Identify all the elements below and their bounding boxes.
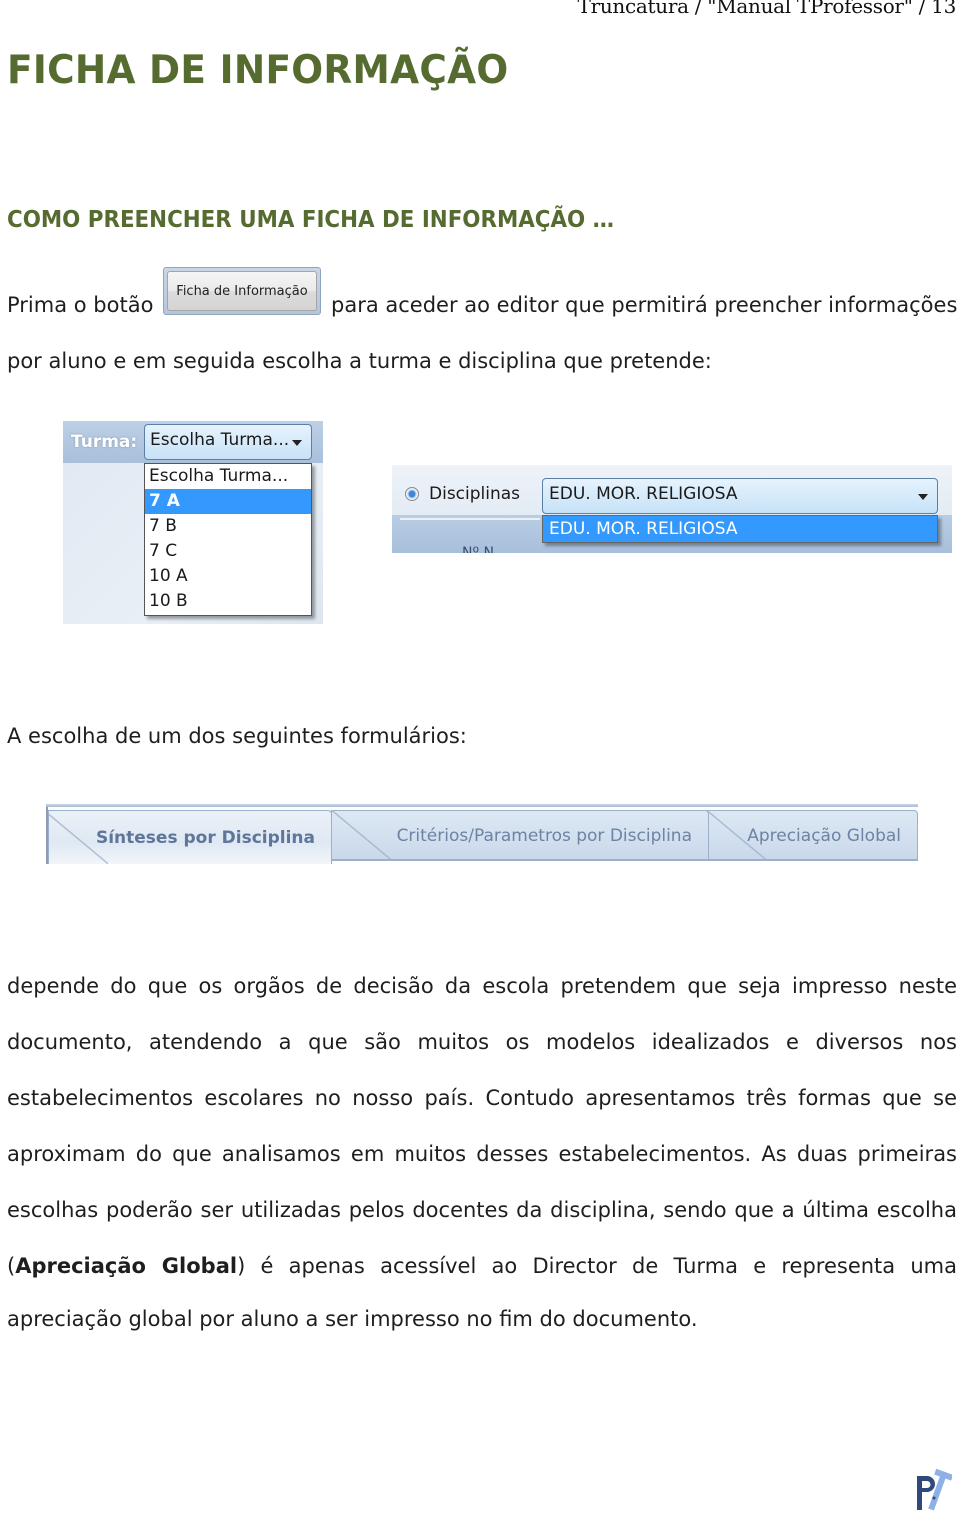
disciplina-option-selected[interactable]: EDU. MOR. RELIGIOSA	[542, 515, 938, 543]
tab-slant	[48, 814, 108, 864]
tab-slant	[706, 810, 766, 860]
chevron-down-icon[interactable]	[292, 440, 302, 446]
body-line: documento, atendendo a que são muitos os…	[7, 1030, 957, 1054]
body-line: depende do que os orgãos de decisão da e…	[7, 974, 957, 998]
tab-sinteses-por-disciplina[interactable]: Sínteses por Disciplina	[48, 810, 332, 864]
body-line: estabelecimentos escolares no nosso país…	[7, 1086, 957, 1110]
disciplina-dropdown-value: EDU. MOR. RELIGIOSA	[549, 484, 738, 504]
intro-line-2: por aluno e em seguida escolha a turma e…	[7, 349, 712, 373]
disciplinas-radio-label: Disciplinas	[429, 484, 521, 504]
turma-option-selected[interactable]: 7 A	[145, 489, 311, 514]
turma-option[interactable]: 10 B	[145, 589, 311, 614]
tabs-top-border	[46, 804, 918, 807]
body-line-apreciacao: (Apreciação Global) é apenas acessível a…	[7, 1251, 957, 1281]
disciplina-selector-screenshot: Nº N Disciplinas EDU. MOR. RELIGIOSA EDU…	[392, 465, 952, 553]
turma-option[interactable]: 7 C	[145, 539, 311, 564]
grid-header-partial: Nº N	[462, 545, 494, 553]
turma-option[interactable]: 10 A	[145, 564, 311, 589]
ficha-de-informacao-button-label: Ficha de Informação	[167, 271, 317, 311]
running-header: Truncatura / "Manual TProfessor" / 13	[577, 0, 957, 18]
turma-dropdown-value: Escolha Turma...	[150, 430, 290, 450]
forms-intro: A escolha de um dos seguintes formulário…	[7, 724, 467, 748]
turma-selector-screenshot: Turma: Escolha Turma... Escolha Turma...…	[63, 421, 323, 624]
disciplinas-radio[interactable]	[405, 487, 419, 501]
turma-option[interactable]: Escolha Turma...	[145, 464, 311, 489]
body-line: aproximam do que analisamos em muitos de…	[7, 1142, 957, 1166]
intro-after-button: para aceder ao editor que permitirá pree…	[331, 293, 958, 317]
tab-label: Sínteses por Disciplina	[95, 827, 315, 848]
body-last-line: apreciação global por aluno a ser impres…	[7, 1307, 698, 1331]
tab-label: Apreciação Global	[747, 825, 901, 846]
section-heading: COMO PREENCHER UMA FICHA DE INFORMAÇÃO …	[7, 207, 615, 233]
tabs-baseline	[331, 859, 918, 861]
tprofessor-logo-icon	[917, 1468, 952, 1511]
page-title: FICHA DE INFORMAÇÃO	[7, 48, 509, 93]
intro-before-button: Prima o botão	[7, 293, 154, 317]
form-tabs-screenshot: Apreciação Global Critérios/Parametros p…	[46, 804, 918, 864]
apreciacao-global-bold: Apreciação Global	[15, 1254, 238, 1278]
ficha-de-informacao-button[interactable]: Ficha de Informação	[163, 267, 321, 315]
paren-open: (	[7, 1254, 16, 1278]
tab-slant	[331, 810, 391, 860]
divider	[400, 518, 540, 520]
chevron-down-icon[interactable]	[918, 494, 928, 500]
turma-options-list: Escolha Turma... 7 A 7 B 7 C 10 A 10 B	[144, 463, 312, 616]
turma-label: Turma:	[71, 432, 138, 452]
tab-label: Critérios/Parametros por Disciplina	[396, 825, 692, 846]
turma-dropdown[interactable]: Escolha Turma...	[144, 424, 312, 460]
turma-option[interactable]: 7 B	[145, 514, 311, 539]
body-line-rest: ) é apenas acessível ao Director de Turm…	[237, 1254, 958, 1278]
tab-apreciacao-global[interactable]: Apreciação Global	[706, 810, 918, 860]
tab-criterios-parametros[interactable]: Critérios/Parametros por Disciplina	[331, 810, 709, 860]
body-line: escolhas poderão ser utilizadas pelos do…	[7, 1198, 957, 1222]
disciplina-dropdown[interactable]: EDU. MOR. RELIGIOSA	[542, 478, 938, 514]
